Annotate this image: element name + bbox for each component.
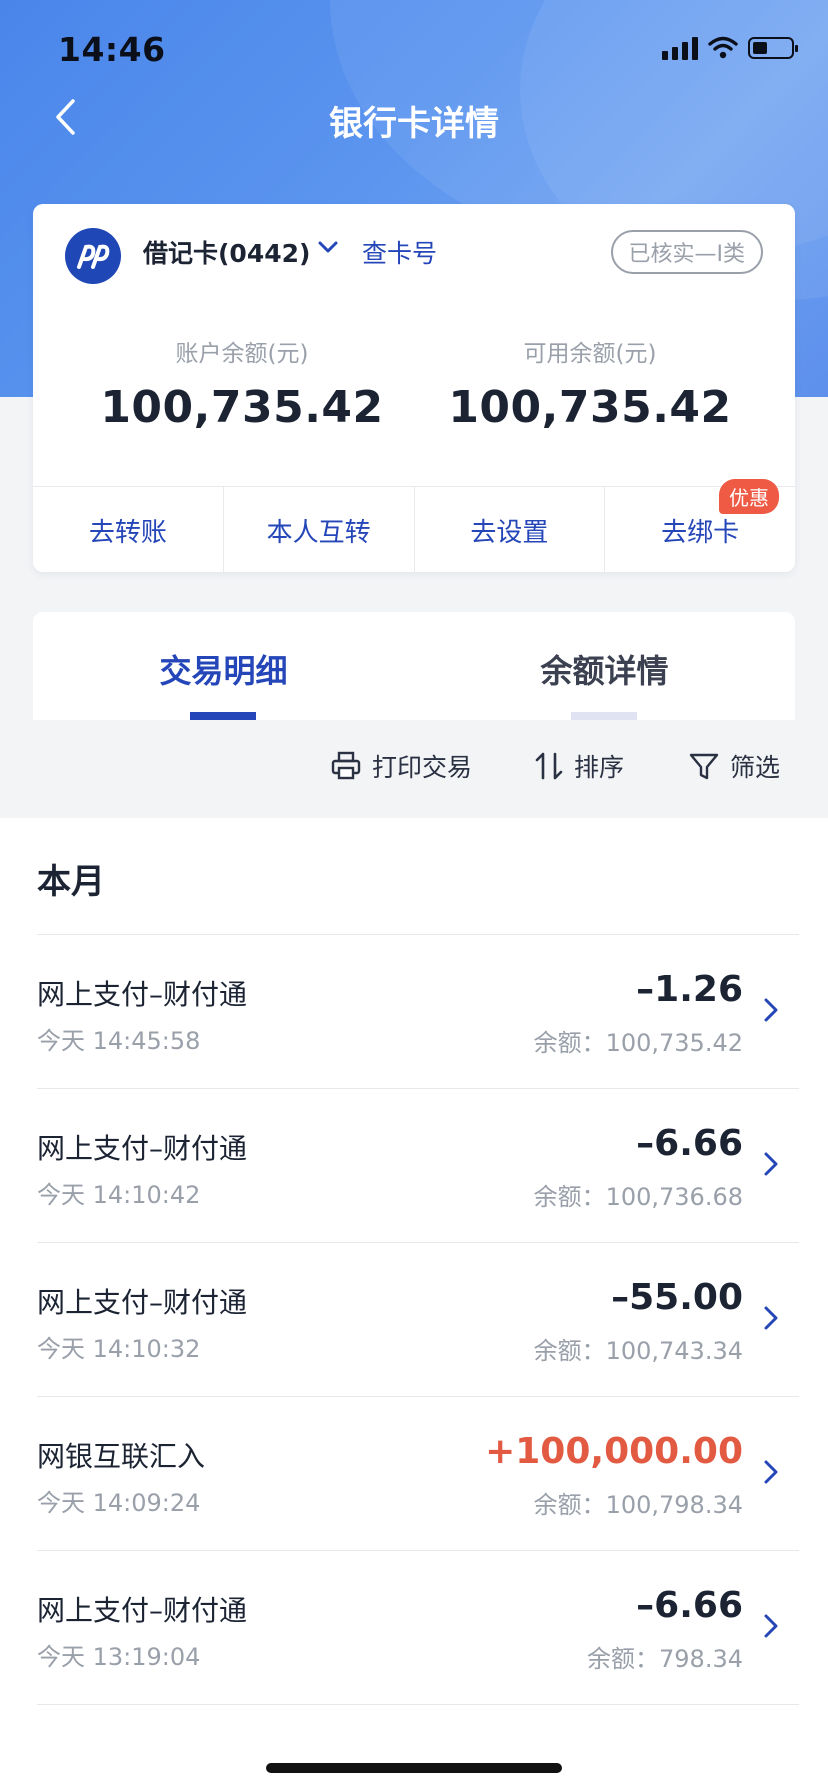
transaction-amount: –6.66 — [636, 1123, 743, 1164]
account-balance: 账户余额(元) 100,735.42 — [82, 334, 402, 433]
status-time: 14:46 — [58, 30, 166, 69]
promo-badge: 优惠 — [719, 479, 779, 514]
transaction-date: 今天 14:45:58 — [37, 1027, 201, 1055]
tab-indicator-inactive — [571, 712, 637, 720]
battery-icon — [748, 37, 798, 59]
chevron-down-icon[interactable] — [317, 240, 339, 254]
available-balance-label: 可用余额(元) — [523, 341, 657, 367]
transaction-date: 今天 14:09:24 — [37, 1489, 201, 1517]
available-balance-value: 100,735.42 — [448, 382, 732, 433]
page-title: 银行卡详情 — [329, 104, 499, 144]
bind-card-button[interactable]: 去绑卡 优惠 — [605, 479, 795, 573]
transaction-row[interactable]: 网上支付–财付通 今天 14:10:42 –6.66 余额：100,736.68 — [37, 1088, 799, 1243]
sort-button[interactable]: 排序 — [534, 748, 624, 784]
wifi-icon — [708, 36, 738, 59]
status-bar: 14:46 — [0, 0, 828, 100]
transaction-date: 今天 13:19:04 — [37, 1643, 201, 1671]
transaction-balance: 余额：100,735.42 — [533, 1029, 743, 1057]
transfer-button[interactable]: 去转账 — [33, 487, 224, 573]
account-balance-label: 账户余额(元) — [175, 341, 309, 367]
status-icons — [662, 36, 798, 60]
view-card-number-link[interactable]: 查卡号 — [362, 234, 437, 270]
chevron-right-icon[interactable] — [763, 997, 779, 1023]
chevron-right-icon[interactable] — [763, 1151, 779, 1177]
transaction-balance: 余额：798.34 — [587, 1645, 743, 1673]
chevron-right-icon[interactable] — [763, 1459, 779, 1485]
print-label: 打印交易 — [372, 753, 473, 782]
bank-card-panel: 借记卡(0442) 查卡号 已核实—I类 账户余额(元) 100,735.42 … — [33, 204, 795, 573]
chevron-right-icon[interactable] — [763, 1613, 779, 1639]
transaction-balance: 余额：100,736.68 — [533, 1183, 743, 1211]
bank-logo-icon — [65, 228, 121, 284]
chevron-right-icon[interactable] — [763, 1305, 779, 1331]
transaction-row[interactable]: 网上支付–财付通 今天 14:45:58 –1.26 余额：100,735.42 — [37, 934, 799, 1089]
transaction-name: 网上支付–财付通 — [37, 978, 248, 1011]
transaction-amount: –55.00 — [611, 1277, 743, 1318]
cellular-signal-icon — [662, 36, 698, 60]
tab-balance-details[interactable]: 余额详情 — [414, 646, 795, 692]
transaction-name: 网上支付–财付通 — [37, 1594, 248, 1627]
list-divider — [37, 1704, 799, 1706]
sort-icon — [535, 752, 563, 780]
transaction-row[interactable]: 网银互联汇入 今天 14:09:24 +100,000.00 余额：100,79… — [37, 1396, 799, 1551]
transaction-name: 网上支付–财付通 — [37, 1286, 248, 1319]
transaction-date: 今天 14:10:32 — [37, 1335, 201, 1363]
transaction-name: 网银互联汇入 — [37, 1440, 206, 1473]
transaction-row[interactable]: 网上支付–财付通 今天 13:19:04 –6.66 余额：798.34 — [37, 1550, 799, 1705]
transaction-amount: +100,000.00 — [485, 1431, 743, 1472]
filter-icon — [689, 753, 719, 780]
transaction-name: 网上支付–财付通 — [37, 1132, 248, 1165]
sort-label: 排序 — [574, 753, 625, 782]
tab-bar: 交易明细 余额详情 — [33, 612, 795, 720]
transaction-row[interactable]: 网上支付–财付通 今天 14:10:32 –55.00 余额：100,743.3… — [37, 1242, 799, 1397]
filter-button[interactable]: 筛选 — [688, 748, 780, 784]
list-toolbar: 打印交易 排序 筛选 — [0, 748, 828, 792]
tab-transactions[interactable]: 交易明细 — [33, 646, 414, 692]
print-transactions-button[interactable]: 打印交易 — [330, 748, 472, 784]
verified-badge: 已核实—I类 — [610, 230, 763, 274]
transaction-amount: –1.26 — [636, 969, 743, 1010]
transaction-balance: 余额：100,798.34 — [533, 1491, 743, 1519]
available-balance: 可用余额(元) 100,735.42 — [430, 334, 750, 433]
card-type-selector[interactable]: 借记卡(0442) — [143, 234, 310, 270]
tab-indicator-active — [190, 712, 256, 720]
filter-label: 筛选 — [730, 753, 781, 782]
printer-icon — [331, 751, 361, 780]
transaction-date: 今天 14:10:42 — [37, 1181, 201, 1209]
self-transfer-button[interactable]: 本人互转 — [224, 487, 415, 573]
home-indicator[interactable] — [266, 1763, 562, 1773]
month-header: 本月 — [37, 862, 105, 902]
transaction-amount: –6.66 — [636, 1585, 743, 1626]
transaction-list: 本月 网上支付–财付通 今天 14:45:58 –1.26 余额：100,735… — [0, 818, 828, 1792]
bind-card-label: 去绑卡 — [661, 517, 740, 548]
card-actions: 去转账 本人互转 去设置 去绑卡 优惠 — [33, 479, 795, 573]
settings-button[interactable]: 去设置 — [415, 487, 606, 573]
account-balance-value: 100,735.42 — [100, 382, 384, 433]
transaction-balance: 余额：100,743.34 — [533, 1337, 743, 1365]
